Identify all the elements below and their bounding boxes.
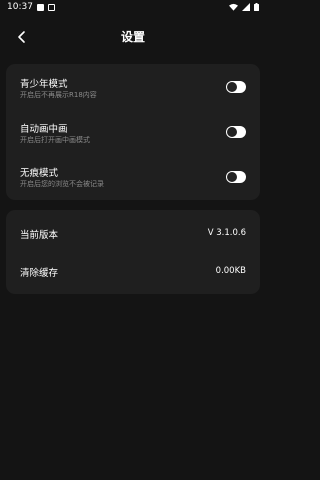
wifi-icon <box>229 3 238 11</box>
toggle-knob <box>227 82 237 92</box>
clear-cache-label: 清除缓存 <box>20 268 59 279</box>
setting-subtitle: 开启后不再展示R18内容 <box>20 91 97 99</box>
setting-subtitle: 开启后您的浏览不会被记录 <box>20 180 104 188</box>
page-title: 设置 <box>120 30 145 44</box>
toggle-knob <box>227 172 237 182</box>
setting-row-teen-mode[interactable]: 青少年模式 开启后不再展示R18内容 <box>6 64 260 110</box>
info-card: 当前版本 V 3.1.0.6 清除缓存 0.00KB <box>6 210 260 294</box>
incognito-toggle[interactable] <box>226 171 246 183</box>
setting-title: 无痕模式 <box>20 168 59 179</box>
setting-title: 自动画中画 <box>20 124 68 135</box>
status-left: 10:37 <box>7 2 55 12</box>
setting-title: 青少年模式 <box>20 79 68 90</box>
setting-subtitle: 开启后打开画中画模式 <box>20 136 90 144</box>
status-time: 10:37 <box>7 2 33 12</box>
toggle-settings-card: 青少年模式 开启后不再展示R18内容 自动画中画 开启后打开画中画模式 无痕模式… <box>6 64 260 200</box>
app-notification-icon <box>36 3 44 11</box>
signal-icon <box>242 3 250 11</box>
cache-size-value: 0.00KB <box>215 266 246 276</box>
teen-mode-toggle[interactable] <box>226 81 246 93</box>
clear-cache-row[interactable]: 清除缓存 0.00KB <box>6 252 260 294</box>
version-label: 当前版本 <box>20 230 59 241</box>
battery-icon <box>254 3 259 11</box>
status-right <box>229 3 259 11</box>
header: 设置 <box>0 24 266 50</box>
status-bar: 10:37 <box>0 0 266 14</box>
auto-pip-toggle[interactable] <box>226 126 246 138</box>
setting-row-incognito[interactable]: 无痕模式 开启后您的浏览不会被记录 <box>6 154 260 200</box>
app-notification-icon <box>47 3 55 11</box>
version-row: 当前版本 V 3.1.0.6 <box>6 210 260 252</box>
setting-row-auto-pip[interactable]: 自动画中画 开启后打开画中画模式 <box>6 110 260 154</box>
version-value: V 3.1.0.6 <box>207 228 246 238</box>
toggle-knob <box>227 127 237 137</box>
